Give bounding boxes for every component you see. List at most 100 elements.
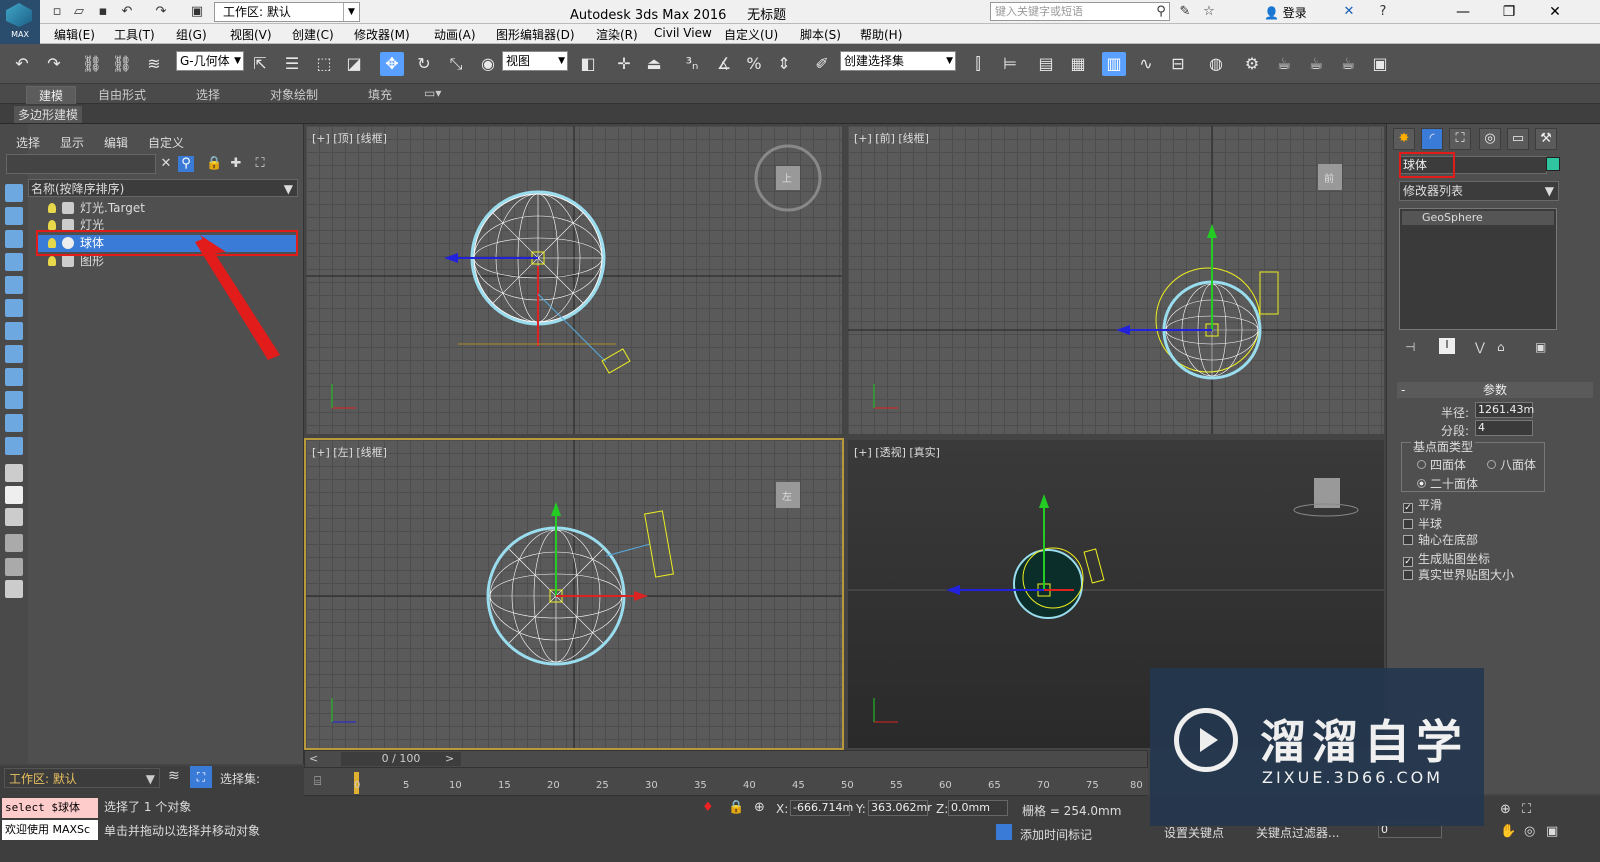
selection-filter-dropdown[interactable]: G-几何体 ▼	[176, 51, 244, 71]
add-time-tag-button[interactable]: 添加时间标记	[1020, 826, 1092, 843]
menu-scripting[interactable]: 脚本(S)	[800, 26, 841, 43]
maximize-button[interactable]: ❐	[1486, 0, 1532, 24]
menu-rendering[interactable]: 渲染(R)	[596, 26, 638, 43]
percent-snap-icon[interactable]: %	[742, 52, 766, 76]
viewport-top[interactable]: [+] [顶] [线框] 上	[306, 126, 842, 434]
add-item-icon[interactable]: ✚	[228, 156, 244, 172]
filter-icon[interactable]	[5, 534, 23, 552]
display-shapes-icon[interactable]	[5, 276, 23, 294]
utilities-tab-icon[interactable]: ⚒	[1535, 128, 1557, 150]
radio-octa[interactable]: 八面体	[1487, 456, 1536, 473]
workspace-dropdown[interactable]: 工作区: 默认 ▼	[214, 2, 360, 22]
tab-modeling[interactable]: 建模	[26, 86, 77, 105]
place-icon[interactable]: ◉	[476, 52, 500, 76]
modify-tab-icon[interactable]: ◜	[1421, 128, 1443, 150]
align-icon[interactable]: ⊨	[998, 52, 1022, 76]
keyboard-shortcut-icon[interactable]: ⏏	[642, 52, 666, 76]
select-object-icon[interactable]: ⇱	[248, 52, 272, 76]
tab-freeform[interactable]: 自由形式	[98, 86, 146, 103]
maxscript-listener-line[interactable]: select $球体	[2, 798, 98, 818]
menu-select[interactable]: 选择	[16, 134, 40, 151]
menu-group[interactable]: 组(G)	[176, 26, 207, 43]
search-input[interactable]	[6, 154, 156, 174]
select-rotate-icon[interactable]: ↻	[412, 52, 436, 76]
list-item[interactable]: 灯光.Target	[38, 200, 298, 217]
hierarchy-icon[interactable]: ⛶	[252, 156, 268, 172]
menu-graph-editors[interactable]: 图形编辑器(D)	[496, 26, 575, 43]
name-column-header[interactable]: 名称(按降序排序) ▼	[28, 179, 298, 197]
a360-render-icon[interactable]: ▣	[1368, 52, 1392, 76]
time-tag-icon[interactable]	[996, 824, 1012, 840]
menu-customize[interactable]: 自定义	[148, 134, 184, 151]
isolate-icon[interactable]: ♦	[702, 800, 714, 815]
checkbox-hemisphere[interactable]: 半球	[1403, 515, 1442, 532]
redo-icon[interactable]: ↷	[152, 3, 170, 21]
render-setup-icon[interactable]: ⚙	[1240, 52, 1264, 76]
prev-frame-icon[interactable]: <	[309, 752, 318, 765]
filter-settings-icon[interactable]	[5, 558, 23, 576]
menu-animation[interactable]: 动画(A)	[434, 26, 476, 43]
menu-create[interactable]: 创建(C)	[292, 26, 334, 43]
pan-icon[interactable]: ✋	[1500, 824, 1516, 839]
layers-icon[interactable]: ≋	[168, 768, 180, 784]
tab-selection[interactable]: 选择	[196, 86, 220, 103]
bind-spacewarp-icon[interactable]: ≋	[142, 52, 166, 76]
scene-explorer-toggle-icon[interactable]: ▥	[1102, 52, 1126, 76]
angle-snap-icon[interactable]: ∡	[712, 52, 736, 76]
menu-customize[interactable]: 自定义(U)	[724, 26, 778, 43]
zoom-icon[interactable]: ⊕	[1500, 802, 1511, 817]
pivot-center-icon[interactable]: ◧	[576, 52, 600, 76]
window-crossing-icon[interactable]: ◪	[342, 52, 366, 76]
reference-coordinate-dropdown[interactable]: 视图 ▼	[502, 51, 568, 71]
display-bones-icon[interactable]	[5, 437, 23, 455]
maximize-viewport-icon[interactable]: ▣	[1546, 824, 1558, 839]
new-file-icon[interactable]: ▫	[48, 3, 66, 21]
display-tab-icon[interactable]: ▭	[1507, 128, 1529, 150]
manipulate-icon[interactable]: ✛	[612, 52, 636, 76]
app-logo[interactable]: MAX	[0, 0, 40, 44]
radio-icosa[interactable]: 二十面体	[1417, 475, 1478, 492]
configure-sets-icon[interactable]: ▣	[1535, 340, 1546, 354]
radio-tetra[interactable]: 四面体	[1417, 456, 1466, 473]
checkbox-base-to-pivot[interactable]: 轴心在底部	[1403, 531, 1478, 548]
hierarchy-tab-icon[interactable]: ⛶	[1449, 128, 1471, 150]
absolute-mode-icon[interactable]: ⊕	[754, 800, 765, 815]
link-icon[interactable]: ⛓	[80, 52, 104, 76]
menu-display[interactable]: 显示	[60, 134, 84, 151]
display-cameras-icon[interactable]	[5, 322, 23, 340]
help-search-input[interactable]: 键入关键字或短语	[990, 2, 1170, 21]
polygon-modeling-label[interactable]: 多边形建模	[14, 106, 83, 123]
mini-curve-editor-icon[interactable]: ⌸	[314, 774, 321, 789]
display-helpers-icon[interactable]	[5, 345, 23, 363]
orbit-icon[interactable]: ◎	[1524, 824, 1535, 839]
remove-modifier-icon[interactable]: ⌂	[1497, 340, 1505, 354]
ribbon-options-icon[interactable]: ▭▾	[424, 86, 441, 100]
y-coordinate-field[interactable]: 363.062mr	[868, 800, 932, 816]
bulb-icon[interactable]	[48, 203, 56, 213]
explorer-workspace-dropdown[interactable]: 工作区: 默认 ▼	[4, 768, 160, 788]
menu-views[interactable]: 视图(V)	[230, 26, 272, 43]
minimize-button[interactable]: —	[1440, 0, 1486, 24]
display-geometry-icon[interactable]	[5, 253, 23, 271]
stack-item[interactable]: GeoSphere	[1402, 211, 1554, 225]
clear-search-icon[interactable]: ✕	[158, 156, 174, 172]
segments-spinner[interactable]: 4	[1475, 420, 1533, 436]
display-lights-icon[interactable]	[5, 299, 23, 317]
make-unique-icon[interactable]: ⋁	[1475, 340, 1485, 354]
viewport-left[interactable]: [+] [左] [线框] 左	[304, 438, 844, 750]
set-key-button[interactable]: 设置关键点	[1164, 824, 1224, 841]
material-editor-icon[interactable]: ◍	[1204, 52, 1228, 76]
maxscript-input-line[interactable]: 欢迎使用 MAXSc	[2, 820, 98, 840]
invert-display-icon[interactable]	[5, 230, 23, 248]
login-button[interactable]: 👤 登录	[1264, 4, 1307, 21]
binoculars-icon[interactable]: ⚲	[1152, 3, 1170, 21]
rectangular-selection-icon[interactable]: ⬚	[312, 52, 336, 76]
options-icon[interactable]	[5, 580, 23, 598]
star-icon[interactable]: ☆	[1200, 3, 1218, 21]
next-frame-icon[interactable]: >	[445, 752, 454, 765]
render-iterative-icon[interactable]: ☕	[1336, 52, 1360, 76]
close-button[interactable]: ✕	[1532, 0, 1578, 24]
select-scale-icon[interactable]: ⤡	[444, 52, 468, 76]
render-production-icon[interactable]: ☕	[1304, 52, 1328, 76]
display-groups-icon[interactable]	[5, 391, 23, 409]
